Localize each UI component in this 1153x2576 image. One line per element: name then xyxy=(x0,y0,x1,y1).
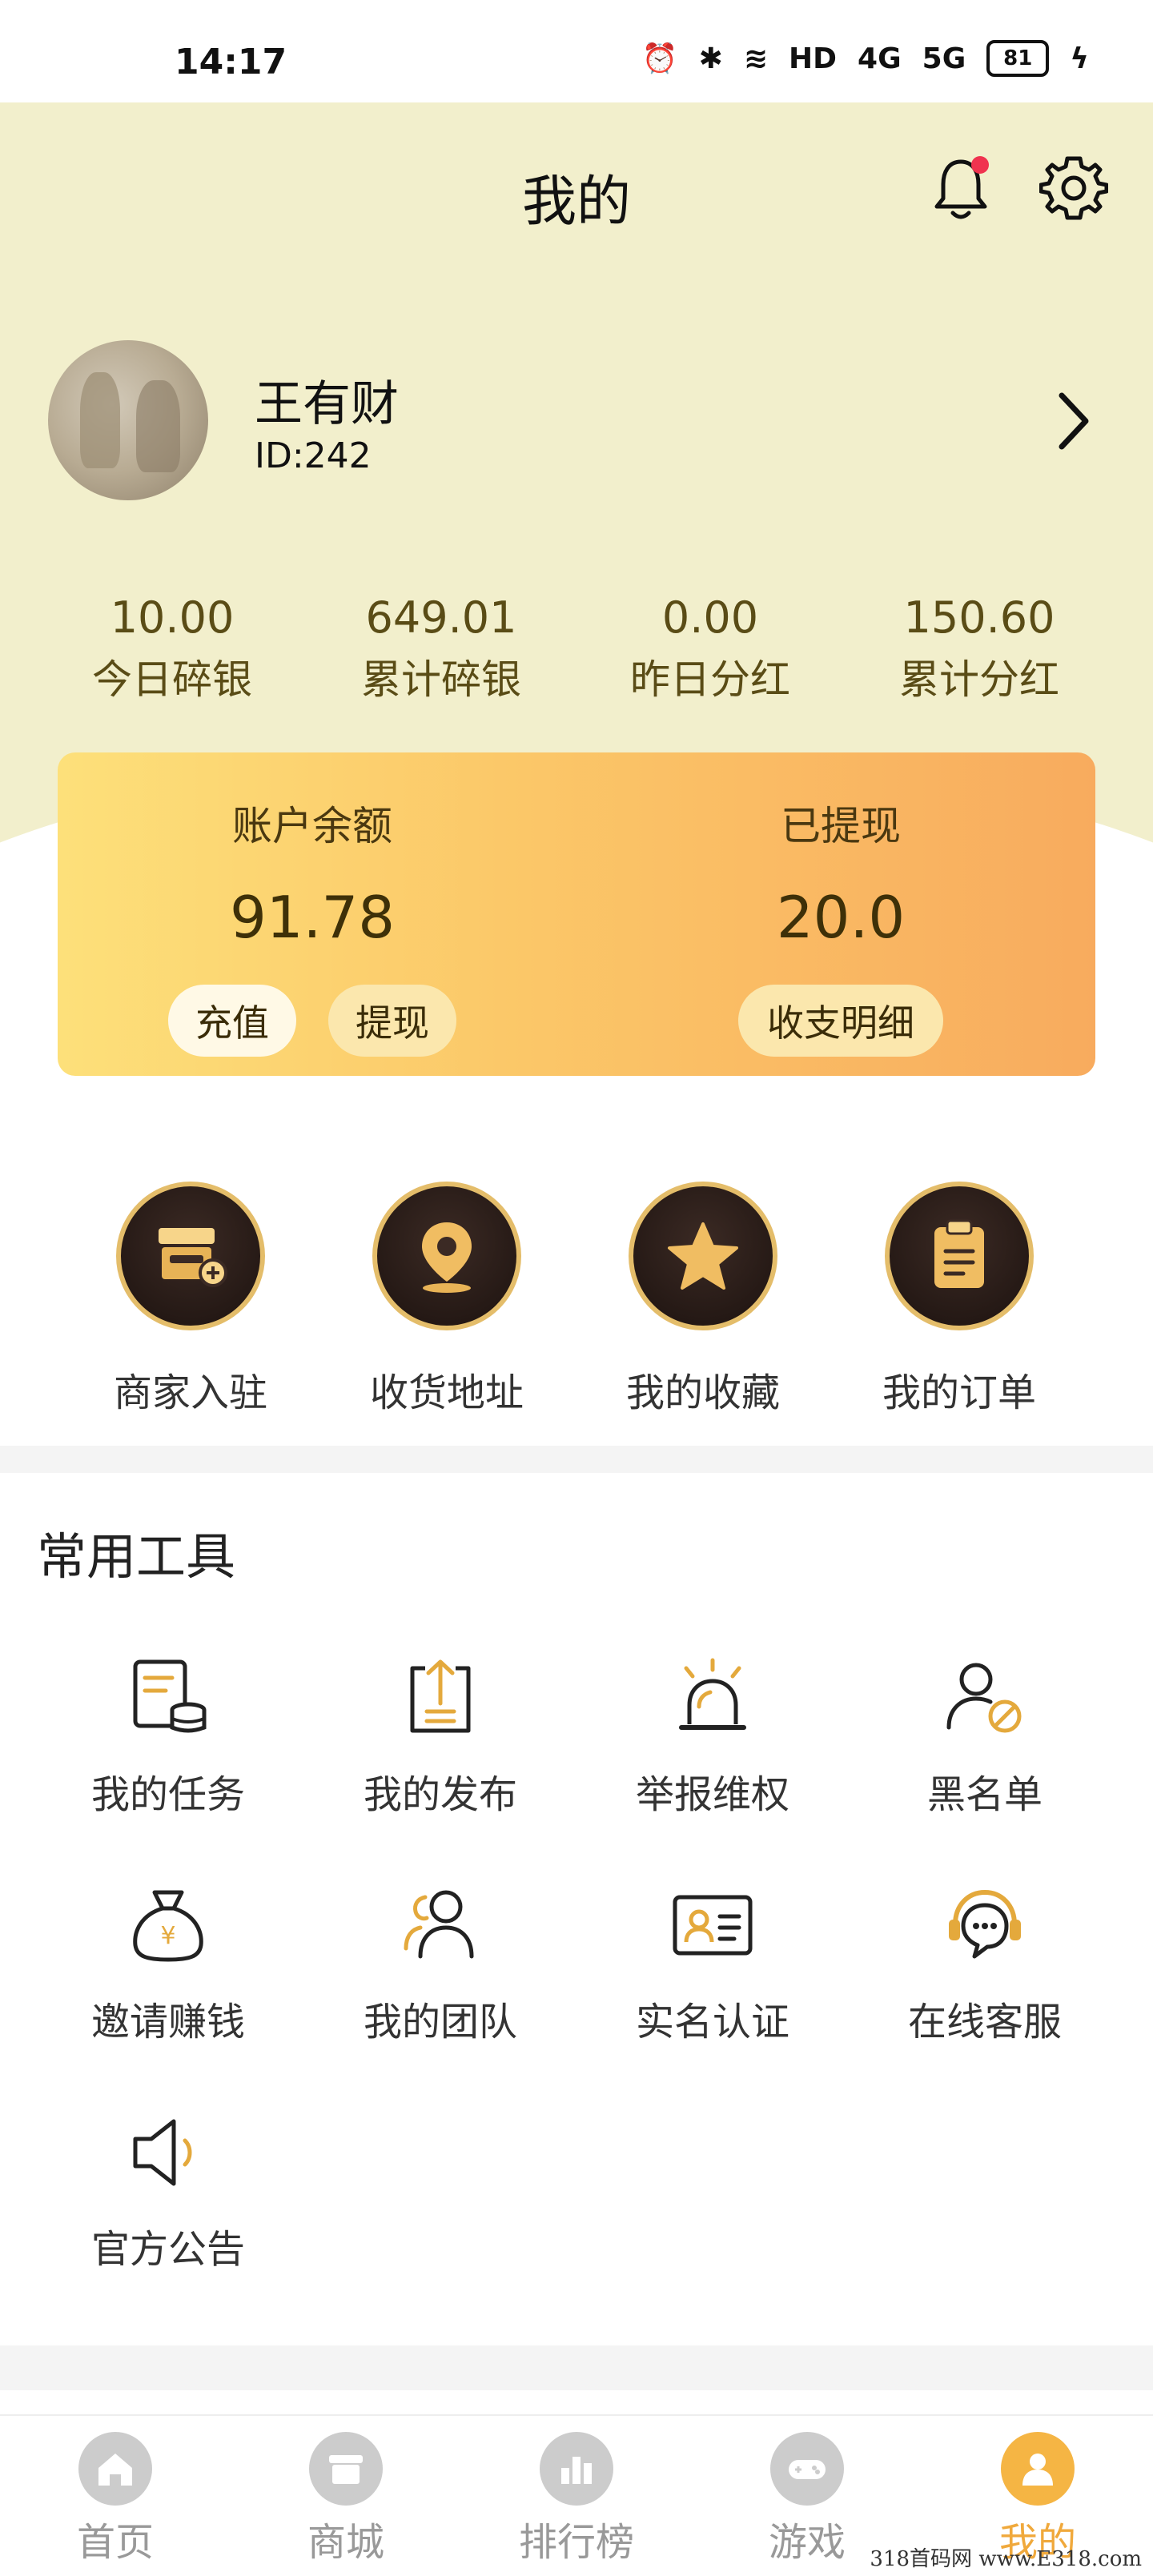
stat-total-silver[interactable]: 649.01 累计碎银 xyxy=(309,592,573,705)
withdrawn-value: 20.0 xyxy=(776,884,906,951)
headset-icon xyxy=(949,1889,1021,1959)
withdraw-button[interactable]: 提现 xyxy=(328,985,456,1057)
bluetooth-icon: ✱ xyxy=(698,42,723,75)
nav-label: 排行榜 xyxy=(518,2520,634,2565)
tool-label: 在线客服 xyxy=(907,2000,1062,2044)
section-divider xyxy=(0,1446,1153,1473)
tool-official-announcement[interactable]: 官方公告 xyxy=(32,2109,304,2273)
stat-today-silver[interactable]: 10.00 今日碎银 xyxy=(40,592,304,705)
tool-label: 官方公告 xyxy=(90,2227,245,2272)
tool-label: 我的团队 xyxy=(363,2000,517,2044)
id-card-icon xyxy=(673,1895,753,1956)
tool-online-support[interactable]: 在线客服 xyxy=(849,1881,1121,2046)
tool-label: 我的发布 xyxy=(363,1772,517,1817)
gear-icon[interactable] xyxy=(1039,154,1108,223)
status-icons: ⏰ ✱ ≋ HD 4G 5G 81 ϟ xyxy=(642,40,1089,77)
user-icon xyxy=(1001,2432,1075,2506)
nav-home[interactable]: 首页 xyxy=(35,2432,195,2566)
section-divider xyxy=(0,2345,1153,2390)
recharge-button[interactable]: 充值 xyxy=(168,985,296,1057)
alarm-status-icon: ⏰ xyxy=(641,42,678,75)
5g-label: 5G xyxy=(922,42,966,75)
quick-action-label: 收货地址 xyxy=(369,1370,524,1415)
shop-icon xyxy=(309,2432,383,2506)
alarm-icon xyxy=(679,1658,746,1730)
nav-games[interactable]: 游戏 xyxy=(727,2432,887,2566)
shipping-address-button[interactable]: 收货地址 xyxy=(327,1182,567,1417)
stat-value: 10.00 xyxy=(110,592,235,643)
location-icon xyxy=(372,1182,521,1330)
stat-label: 昨日分红 xyxy=(630,656,790,703)
tool-blacklist[interactable]: 黑名单 xyxy=(849,1654,1121,1819)
tool-label: 黑名单 xyxy=(926,1772,1043,1817)
balance-card: 账户余额 91.78 已提现 20.0 充值 提现 收支明细 xyxy=(58,752,1095,1076)
ranking-icon xyxy=(540,2432,613,2506)
nav-label: 首页 xyxy=(76,2520,154,2565)
status-bar: 14:17 ⏰ ✱ ≋ HD 4G 5G 81 ϟ xyxy=(0,0,1153,102)
withdrawn-label: 已提现 xyxy=(781,803,901,849)
watermark: 318首码网 www.E318.com xyxy=(870,2547,1142,2571)
my-favorites-button[interactable]: 我的收藏 xyxy=(583,1182,823,1417)
tool-my-posts[interactable]: 我的发布 xyxy=(304,1654,576,1819)
tool-label: 邀请赚钱 xyxy=(90,2000,245,2044)
tool-label: 举报维权 xyxy=(635,1772,789,1817)
nav-shop[interactable]: 商城 xyxy=(266,2432,426,2566)
clipboard-icon xyxy=(885,1182,1034,1330)
stat-label: 今日碎银 xyxy=(92,656,252,703)
merchant-join-button[interactable]: 商家入驻 xyxy=(70,1182,311,1417)
stat-yesterday-dividend[interactable]: 0.00 昨日分红 xyxy=(578,592,842,705)
tools-section-title: 常用工具 xyxy=(37,1527,236,1586)
svg-text:¥: ¥ xyxy=(160,1922,175,1950)
tool-label: 我的任务 xyxy=(90,1772,245,1817)
stat-value: 0.00 xyxy=(661,592,759,643)
stat-label: 累计碎银 xyxy=(361,656,521,703)
hd-label: HD xyxy=(789,42,838,75)
avatar[interactable] xyxy=(48,340,208,500)
quick-action-label: 我的收藏 xyxy=(625,1370,780,1415)
stat-value: 649.01 xyxy=(365,592,517,643)
tool-my-tasks[interactable]: 我的任务 xyxy=(32,1654,304,1819)
nav-label: 游戏 xyxy=(768,2520,846,2565)
balance-value: 91.78 xyxy=(229,884,396,951)
4g-label: 4G xyxy=(858,42,902,75)
speaker-icon xyxy=(133,2119,192,2186)
my-orders-button[interactable]: 我的订单 xyxy=(839,1182,1079,1417)
star-icon xyxy=(629,1182,777,1330)
tool-label: 实名认证 xyxy=(635,2000,789,2044)
quick-action-label: 商家入驻 xyxy=(113,1370,267,1415)
money-bag-icon: ¥ xyxy=(133,1890,203,1962)
team-icon xyxy=(404,1890,474,1959)
balance-label: 账户余额 xyxy=(232,803,392,849)
gamepad-icon xyxy=(770,2432,844,2506)
stat-label: 累计分红 xyxy=(899,656,1059,703)
user-block-icon xyxy=(946,1663,1022,1733)
home-icon xyxy=(78,2432,152,2506)
stat-value: 150.60 xyxy=(903,592,1055,643)
upload-icon xyxy=(410,1659,471,1733)
battery-indicator: 81 xyxy=(986,40,1050,77)
wifi-icon: ≋ xyxy=(743,42,769,75)
charging-icon: ϟ xyxy=(1070,42,1089,75)
tool-invite-earn[interactable]: ¥ 邀请赚钱 xyxy=(32,1881,304,2046)
task-coins-icon xyxy=(133,1659,207,1733)
tool-real-name-auth[interactable]: 实名认证 xyxy=(576,1881,849,2046)
nav-label: 商城 xyxy=(307,2520,384,2565)
chevron-right-icon[interactable] xyxy=(1054,391,1094,451)
stat-total-dividend[interactable]: 150.60 累计分红 xyxy=(847,592,1111,705)
store-icon xyxy=(116,1182,265,1330)
tool-report-rights[interactable]: 举报维权 xyxy=(576,1654,849,1819)
user-id: ID:242 xyxy=(255,435,372,476)
bell-icon[interactable] xyxy=(930,154,991,223)
status-time: 14:17 xyxy=(175,42,287,82)
tool-my-team[interactable]: 我的团队 xyxy=(304,1881,576,2046)
nav-ranking[interactable]: 排行榜 xyxy=(496,2432,657,2566)
transaction-details-button[interactable]: 收支明细 xyxy=(738,985,943,1057)
quick-action-label: 我的订单 xyxy=(882,1370,1036,1415)
user-name: 王有财 xyxy=(255,376,399,432)
